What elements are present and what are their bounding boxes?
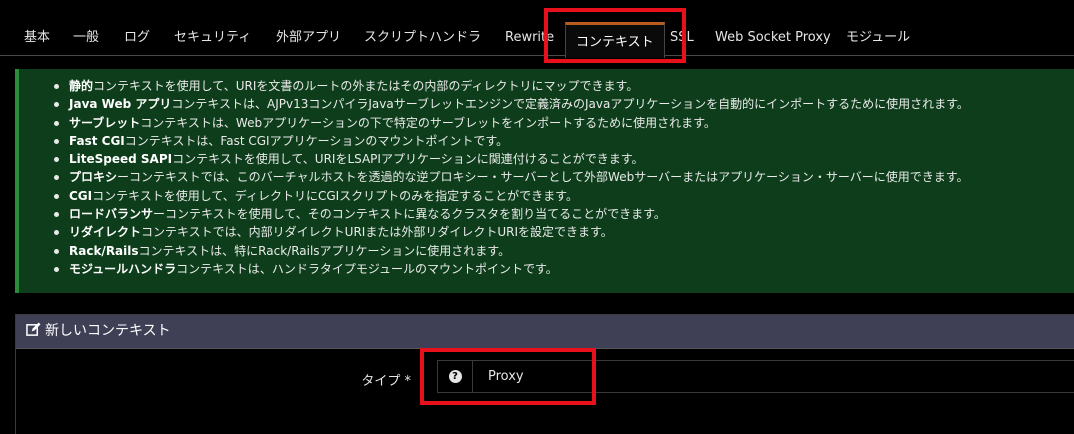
tab-modules[interactable]: モジュール <box>846 20 910 56</box>
tab-log[interactable]: ログ <box>124 20 150 56</box>
type-select[interactable]: ? Proxy <box>437 360 1074 393</box>
question-circle-icon: ? <box>448 370 462 383</box>
help-button[interactable]: ? <box>438 361 473 392</box>
info-item: 静的コンテキストを使用して、URIを文書のルートの外またはその内部のディレクトリ… <box>54 77 1074 95</box>
tab-context[interactable]: コンテキスト <box>565 22 665 58</box>
edit-icon <box>26 317 41 350</box>
new-context-panel: 新しいコンテキスト タイプ * ? Proxy <box>15 314 1074 434</box>
type-label: タイプ * <box>361 374 411 389</box>
tab-security[interactable]: セキュリティ <box>174 20 251 56</box>
page: 基本 一般 ログ セキュリティ 外部アプリ スクリプトハンドラ Rewrite … <box>0 0 1074 434</box>
context-info-box: 静的コンテキストを使用して、URIを文書のルートの外またはその内部のディレクトリ… <box>15 69 1074 293</box>
tab-ssl[interactable]: SSL <box>670 20 694 56</box>
info-item: Rack/Railsコンテキストは、特にRack/Railsアプリケーションに使… <box>54 242 1074 260</box>
info-item: CGIコンテキストを使用して、ディレクトリにCGIスクリプトのみを指定することが… <box>54 187 1074 205</box>
info-item: リダイレクトコンテキストでは、内部リダイレクトURIまたは外部リダイレクトURI… <box>54 223 1074 241</box>
tab-websocket-proxy[interactable]: Web Socket Proxy <box>715 20 831 56</box>
info-item: Fast CGIコンテキストは、Fast CGIアプリケーションのマウントポイン… <box>54 132 1074 150</box>
info-item: サーブレットコンテキストは、Webアプリケーションの下で特定のサーブレットをイン… <box>54 114 1074 132</box>
panel-header: 新しいコンテキスト <box>16 315 1074 349</box>
tab-general[interactable]: 一般 <box>73 20 99 56</box>
tab-rewrite[interactable]: Rewrite <box>505 20 554 56</box>
info-item: LiteSpeed SAPIコンテキストを使用して、URIをLSAPIアプリケー… <box>54 150 1074 168</box>
type-value: Proxy <box>488 369 524 384</box>
info-item: Java Web アプリコンテキストは、AJPv13コンパイラJavaサーブレッ… <box>54 95 1074 113</box>
tab-external-app[interactable]: 外部アプリ <box>276 20 341 56</box>
info-item: プロキシーコンテキストでは、このバーチャルホストを透過的な逆プロキシー・サーバー… <box>54 168 1074 186</box>
tab-bar: 基本 一般 ログ セキュリティ 外部アプリ スクリプトハンドラ Rewrite … <box>0 0 1074 58</box>
info-item: モジュールハンドラコンテキストは、ハンドラタイプモジュールのマウントポイントです… <box>54 260 1074 278</box>
info-item: ロードバランサーコンテキストを使用して、そのコンテキストに異なるクラスタを割り当… <box>54 205 1074 223</box>
panel-title: 新しいコンテキスト <box>45 323 171 339</box>
tab-basic[interactable]: 基本 <box>24 20 50 56</box>
tab-script-handler[interactable]: スクリプトハンドラ <box>364 20 481 56</box>
